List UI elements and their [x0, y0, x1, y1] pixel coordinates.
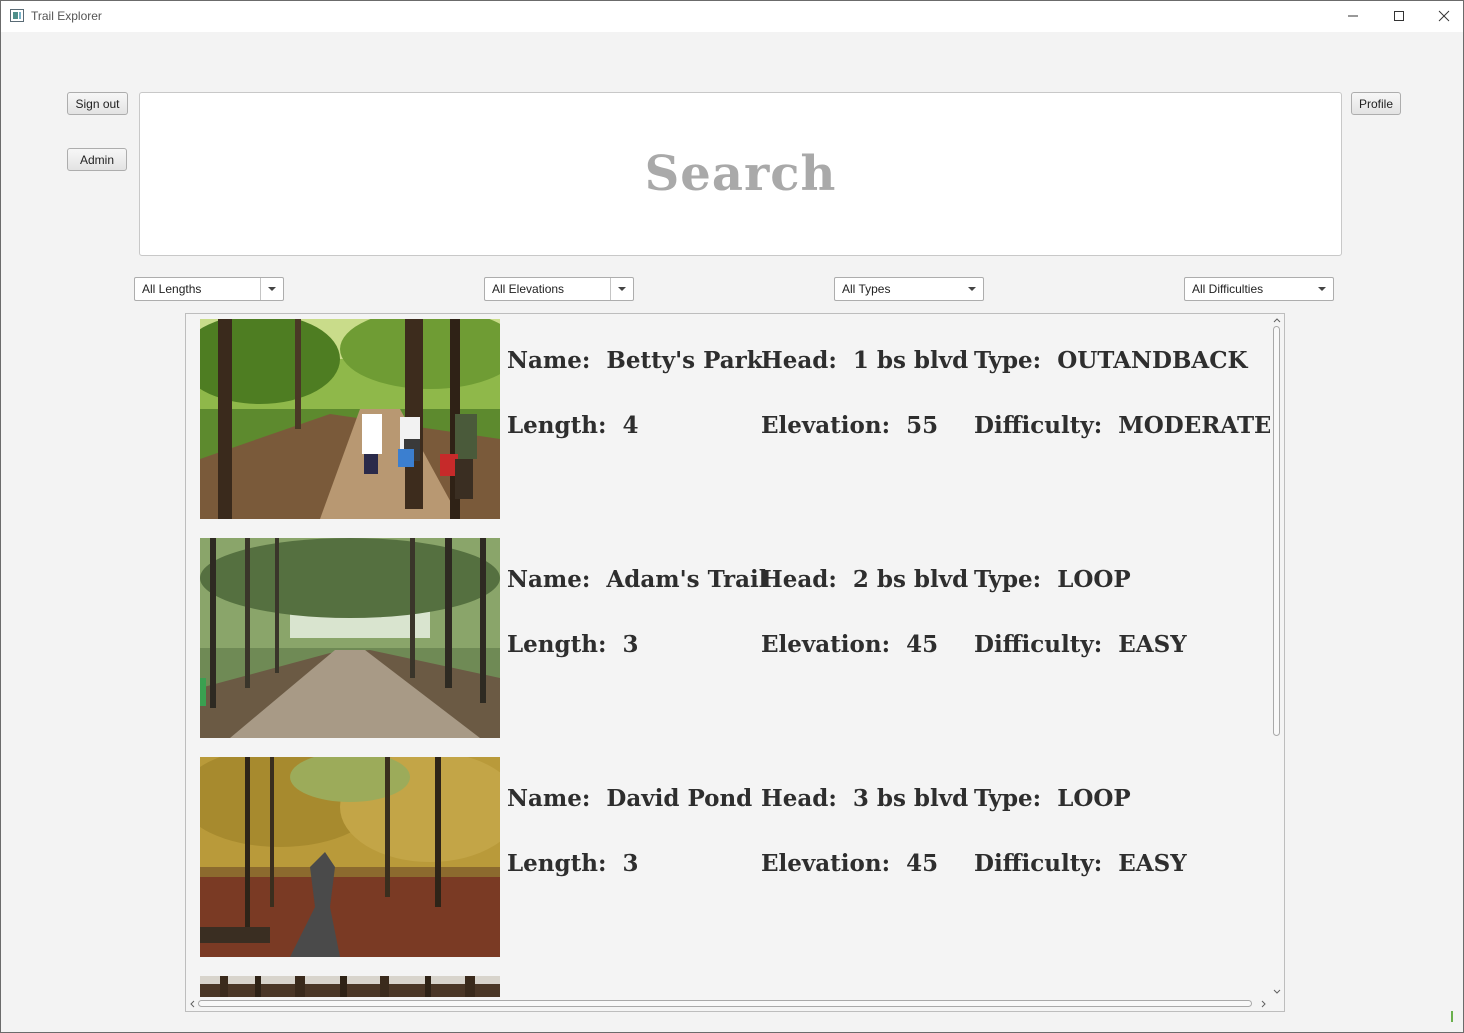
horizontal-scrollbar[interactable] [186, 997, 1270, 1011]
trail-head: Head: 3 bs blvd [761, 785, 969, 812]
horizontal-scroll-thumb[interactable] [198, 1000, 1252, 1007]
trail-length: Length: 3 [507, 631, 639, 658]
chevron-down-icon [961, 278, 983, 300]
elevation-filter-value: All Elevations [492, 282, 565, 296]
trail-photo [200, 976, 500, 998]
profile-button[interactable]: Profile [1351, 92, 1401, 115]
app-icon [10, 9, 24, 22]
trail-photo [200, 538, 500, 738]
trail-list[interactable]: Name: Betty's Park Head: 1 bs blvd Type:… [185, 313, 1285, 1012]
maximize-button[interactable] [1376, 1, 1422, 32]
trail-photo [200, 319, 500, 519]
maximize-icon [1394, 11, 1404, 21]
close-button[interactable] [1421, 1, 1463, 32]
trail-name: Name: Adam's Trail [507, 566, 768, 593]
trail-difficulty: Difficulty: EASY [974, 850, 1187, 877]
type-filter-select[interactable]: All Types [834, 277, 984, 301]
minimize-icon [1348, 15, 1358, 17]
trail-difficulty: Difficulty: EASY [974, 631, 1187, 658]
vertical-scrollbar[interactable] [1270, 314, 1284, 998]
trail-name: Name: David Pond [507, 785, 753, 812]
trail-list-item[interactable]: Name: Betty's Park Head: 1 bs blvd Type:… [200, 319, 1272, 519]
chevron-down-icon [1311, 278, 1333, 300]
trail-elevation: Elevation: 45 [761, 850, 939, 877]
trail-photo [200, 757, 500, 957]
sign-out-button[interactable]: Sign out [67, 92, 128, 115]
admin-button[interactable]: Admin [67, 148, 127, 171]
trail-head: Head: 2 bs blvd [761, 566, 969, 593]
scroll-down-arrow-icon[interactable] [1270, 987, 1284, 997]
trail-name: Name: Betty's Park [507, 347, 763, 374]
length-filter-select[interactable]: All Lengths [134, 277, 284, 301]
app-window: Trail Explorer Sign out Admin Profile Se… [0, 0, 1464, 1033]
vertical-scroll-thumb[interactable] [1273, 326, 1280, 736]
trail-length: Length: 3 [507, 850, 639, 877]
close-icon [1438, 10, 1450, 22]
trail-length: Length: 4 [507, 412, 639, 439]
trail-elevation: Elevation: 55 [761, 412, 939, 439]
window-title: Trail Explorer [31, 9, 102, 23]
trail-difficulty: Difficulty: MODERATE [974, 412, 1272, 439]
chevron-down-icon [610, 278, 633, 300]
trail-type: Type: OUTANDBACK [974, 347, 1248, 374]
scroll-left-arrow-icon[interactable] [187, 997, 197, 1011]
trail-list-item[interactable]: Name: Adam's Trail Head: 2 bs blvd Type:… [200, 538, 1260, 738]
scroll-right-arrow-icon[interactable] [1259, 997, 1269, 1011]
difficulty-filter-value: All Difficulties [1192, 282, 1264, 296]
elevation-filter-select[interactable]: All Elevations [484, 277, 634, 301]
trail-head: Head: 1 bs blvd [761, 347, 969, 374]
scroll-up-arrow-icon[interactable] [1270, 315, 1284, 325]
resize-grip [1451, 1011, 1453, 1022]
trail-list-item[interactable] [200, 976, 1260, 998]
length-filter-value: All Lengths [142, 282, 202, 296]
trail-elevation: Elevation: 45 [761, 631, 939, 658]
difficulty-filter-select[interactable]: All Difficulties [1184, 277, 1334, 301]
minimize-button[interactable] [1330, 1, 1376, 32]
chevron-down-icon [260, 278, 283, 300]
search-input[interactable]: Search [139, 92, 1342, 256]
type-filter-value: All Types [842, 282, 891, 296]
title-bar[interactable]: Trail Explorer [1, 1, 1463, 32]
trail-type: Type: LOOP [974, 785, 1131, 812]
trail-list-item[interactable]: Name: David Pond Head: 3 bs blvd Type: L… [200, 757, 1260, 957]
search-placeholder: Search [644, 146, 837, 202]
trail-type: Type: LOOP [974, 566, 1131, 593]
